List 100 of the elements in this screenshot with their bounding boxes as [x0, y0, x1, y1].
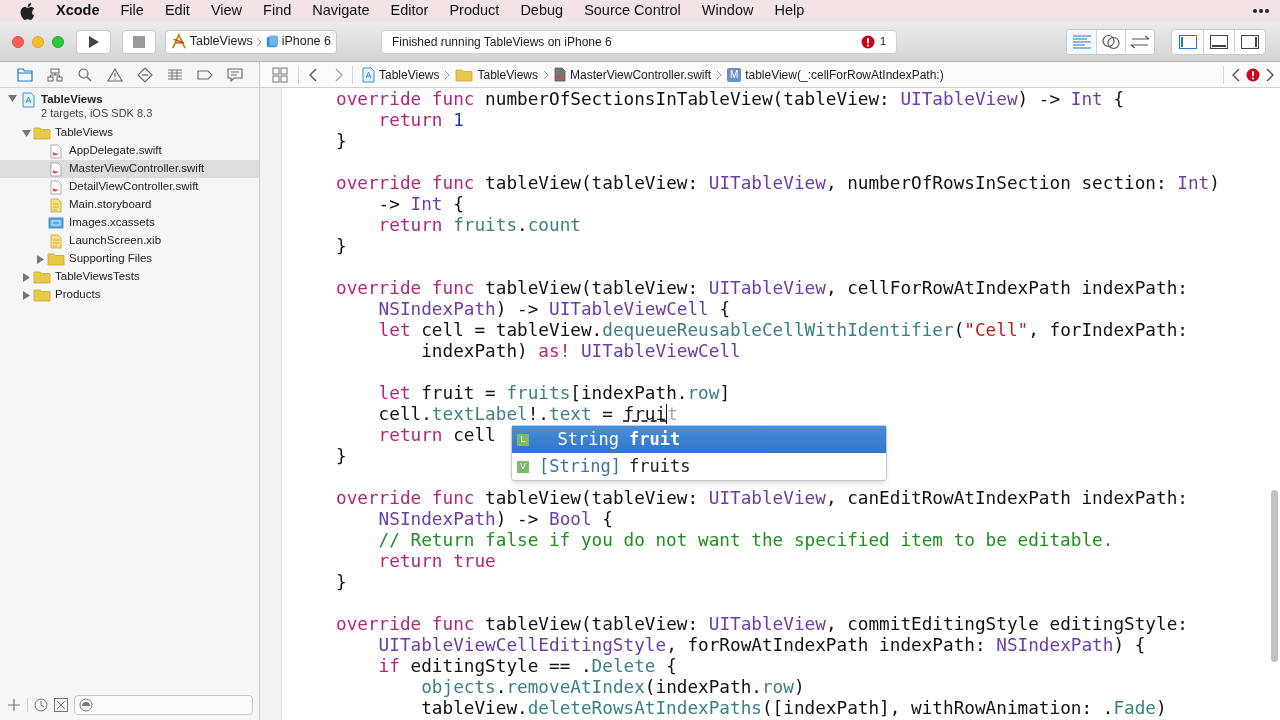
navigator-tab[interactable]	[77, 66, 93, 83]
symbol-navigator-icon	[47, 67, 63, 82]
previous-issue-icon[interactable]	[1232, 67, 1240, 82]
issue-navigator-icon	[107, 67, 123, 82]
file-row[interactable]: TableViews 2 targets, iOS SDK 8.3	[0, 90, 259, 124]
navigator-tab[interactable]	[107, 66, 123, 83]
app-icon	[171, 33, 187, 50]
code-line: return 1	[377, 110, 464, 131]
scope-icon	[79, 698, 93, 712]
code-line: let fruit = fruits[indexPath.row]	[377, 383, 731, 404]
menu-item[interactable]: Source Control	[584, 0, 681, 22]
menu-item[interactable]: Editor	[390, 0, 429, 22]
more-icon[interactable]	[1252, 8, 1270, 14]
stop-button[interactable]	[122, 29, 156, 54]
breadcrumb[interactable]: TableViews	[362, 65, 440, 84]
issue-icon	[1246, 67, 1260, 82]
code-line: if editingStyle == .Delete {	[377, 656, 677, 677]
next-issue-icon[interactable]	[1266, 67, 1274, 82]
view-toggle-control[interactable]	[1171, 28, 1266, 55]
file-row[interactable]: DetailViewController.swift	[0, 178, 259, 196]
back-icon[interactable]	[309, 67, 317, 82]
scheme-selector[interactable]: TableViews iPhone 6	[165, 29, 337, 54]
menu-item[interactable]: Debug	[520, 0, 564, 22]
breadcrumb[interactable]: MasterViewController.swift	[553, 65, 712, 84]
menu-item[interactable]: Product	[449, 0, 500, 22]
debug-navigator-icon	[167, 68, 183, 81]
breadcrumb[interactable]: M tableView(_:cellForRowAtIndexPath:)	[727, 65, 944, 84]
menu-item[interactable]: Find	[263, 0, 292, 22]
assistant-editor-icon	[1101, 33, 1121, 50]
disclosure-triangle-icon[interactable]	[7, 93, 17, 103]
file-name: Supporting Files	[69, 251, 153, 267]
folder-icon	[47, 252, 65, 266]
code-line: cell.textLabel!.text = fruit	[377, 404, 678, 425]
disclosure-triangle-icon[interactable]	[35, 254, 45, 264]
add-icon[interactable]	[7, 698, 21, 712]
code-line: }	[336, 572, 347, 593]
project-name: TableViews	[41, 92, 104, 106]
document-icon	[50, 197, 62, 213]
file-name: TableViews	[55, 125, 113, 141]
navigator-tab[interactable]	[167, 66, 183, 83]
disclosure-triangle-icon[interactable]	[21, 290, 31, 300]
menu-item[interactable]: Edit	[164, 0, 190, 22]
related-items-icon[interactable]	[272, 66, 288, 83]
file-row[interactable]: TableViewsTests	[0, 268, 259, 286]
file-row[interactable]: Images.xcassets	[0, 214, 259, 232]
menu-item[interactable]: Navigate	[312, 0, 370, 22]
chevron-icon	[255, 36, 262, 47]
report-navigator-icon	[227, 67, 243, 82]
completion-name: fruits	[629, 454, 691, 478]
menu-item[interactable]: Window	[701, 0, 754, 22]
filter-field[interactable]	[74, 695, 253, 715]
file-name: DetailViewController.swift	[69, 179, 199, 195]
menu-item[interactable]: View	[210, 0, 243, 22]
menu-item[interactable]: File	[120, 0, 144, 22]
file-row[interactable]: LaunchScreen.xib	[0, 232, 259, 250]
code-line: override func tableView(tableView: UITableView, canEditRowAtIndexPath indexPath:	[336, 488, 1188, 509]
completion-item[interactable]: L String fruit	[512, 426, 886, 453]
swift-file-icon	[50, 143, 62, 159]
scroll-thumb[interactable]	[1271, 490, 1278, 662]
menu-item[interactable]: Help	[774, 0, 805, 22]
swift-file-icon	[50, 179, 62, 195]
completion-item[interactable]: V [String] fruits	[512, 453, 886, 480]
code-line: NSIndexPath) -> UITableViewCell {	[377, 299, 731, 320]
disclosure-triangle-icon[interactable]	[21, 128, 31, 138]
file-name: LaunchScreen.xib	[69, 233, 162, 249]
code-line: return cell	[377, 425, 496, 446]
test-navigator-icon	[137, 66, 153, 83]
apple-logo-icon[interactable]	[20, 2, 35, 20]
file-row[interactable]: TableViews	[0, 124, 259, 142]
forward-icon[interactable]	[335, 67, 343, 82]
navigator-tab[interactable]	[47, 66, 63, 83]
error-icon	[860, 34, 875, 49]
document-icon	[50, 233, 62, 249]
disclosure-triangle-icon[interactable]	[21, 272, 31, 282]
close-button[interactable]	[12, 35, 24, 48]
navigator-tab[interactable]	[137, 66, 153, 83]
file-name: Products	[55, 287, 101, 303]
app-menu[interactable]: Xcode	[56, 0, 100, 22]
navigator-tab[interactable]	[227, 66, 243, 83]
breakpoint-navigator-icon	[197, 68, 213, 81]
chevron-icon	[444, 69, 451, 80]
zoom-button[interactable]	[52, 35, 64, 48]
file-row[interactable]: Main.storyboard	[0, 196, 259, 214]
run-button[interactable]	[76, 29, 111, 54]
stop-icon	[133, 35, 145, 48]
file-row[interactable]: AppDelegate.swift	[0, 142, 259, 160]
navigator-tab[interactable]	[17, 66, 33, 83]
file-row[interactable]: MasterViewController.swift	[0, 160, 259, 178]
chevron-icon	[542, 69, 549, 80]
project-subtitle: 2 targets, iOS SDK 8.3	[41, 106, 153, 120]
editor-mode-control[interactable]	[1066, 28, 1155, 55]
folder-icon	[33, 126, 51, 140]
file-row[interactable]: Products	[0, 286, 259, 304]
file-name: AppDelegate.swift	[69, 143, 162, 159]
breadcrumb[interactable]: TableViews	[455, 65, 538, 84]
clock-icon[interactable]	[34, 698, 48, 712]
file-row[interactable]: Supporting Files	[0, 250, 259, 268]
error-count: 1	[879, 34, 886, 50]
completion-type: String	[556, 427, 619, 451]
scheme-name: TableViews	[189, 33, 253, 51]
